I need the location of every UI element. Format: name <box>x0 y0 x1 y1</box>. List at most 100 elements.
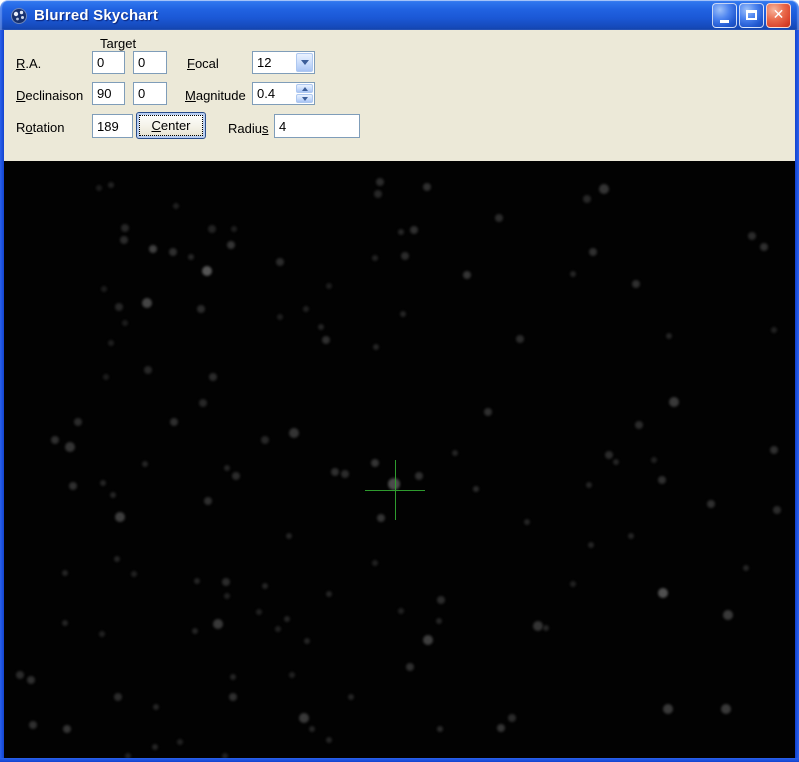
star <box>495 214 503 222</box>
star <box>516 335 524 343</box>
star <box>508 714 516 722</box>
window-border-right <box>795 30 799 762</box>
star <box>374 190 382 198</box>
close-icon: ✕ <box>772 7 785 23</box>
star <box>348 694 354 700</box>
star <box>69 482 77 490</box>
declination-degrees-input[interactable] <box>92 82 125 105</box>
focal-label: Focal <box>187 56 219 71</box>
declination-minutes-input[interactable] <box>133 82 167 105</box>
star <box>199 399 207 407</box>
star <box>663 704 673 714</box>
star <box>415 472 423 480</box>
star <box>436 618 442 624</box>
star <box>743 565 749 571</box>
spin-up-button[interactable] <box>296 84 313 93</box>
star <box>771 327 777 333</box>
title-bar[interactable]: Blurred Skychart ✕ <box>0 0 799 30</box>
window-border-bottom <box>0 758 799 762</box>
magnitude-label: Magnitude <box>185 88 246 103</box>
spin-down-button[interactable] <box>296 94 313 103</box>
star <box>586 482 592 488</box>
rotation-input[interactable] <box>92 114 133 138</box>
radius-input[interactable] <box>274 114 360 138</box>
star <box>115 303 123 311</box>
star <box>108 182 114 188</box>
star <box>331 468 339 476</box>
star <box>192 628 198 634</box>
star <box>62 620 68 626</box>
star <box>169 248 177 256</box>
star <box>142 298 152 308</box>
star <box>406 663 414 671</box>
star <box>309 726 315 732</box>
star <box>773 506 781 514</box>
star <box>170 418 178 426</box>
center-button[interactable]: Center <box>136 112 206 139</box>
star <box>632 280 640 288</box>
star <box>371 459 379 467</box>
chevron-down-icon <box>300 60 309 65</box>
star <box>122 320 128 326</box>
star <box>276 258 284 266</box>
star <box>589 248 597 256</box>
star <box>153 704 159 710</box>
star <box>473 486 479 492</box>
star <box>423 635 433 645</box>
star <box>204 497 212 505</box>
star <box>707 500 715 508</box>
star <box>29 721 37 729</box>
star <box>194 578 200 584</box>
star <box>588 542 594 548</box>
star <box>484 408 492 416</box>
star <box>376 178 384 186</box>
sky-canvas[interactable] <box>4 161 795 758</box>
star <box>437 596 445 604</box>
star <box>63 725 71 733</box>
focal-combobox[interactable]: 12 <box>252 51 315 74</box>
star <box>299 713 309 723</box>
minimize-button[interactable] <box>712 2 737 28</box>
star <box>96 185 102 191</box>
rotation-label: Rotation <box>16 120 65 135</box>
control-panel: Target R.A. Focal 12 Declinaison Magnitu… <box>4 30 795 161</box>
magnitude-spin-buttons <box>296 84 313 103</box>
star <box>62 570 68 576</box>
target-label: Target <box>100 36 137 51</box>
star <box>303 306 309 312</box>
star <box>533 621 543 631</box>
ra-minutes-input[interactable] <box>133 51 167 74</box>
star <box>543 625 549 631</box>
star <box>326 737 332 743</box>
maximize-button[interactable] <box>739 2 764 28</box>
star <box>398 608 404 614</box>
star <box>760 243 768 251</box>
star <box>110 492 116 498</box>
star <box>230 674 236 680</box>
star <box>463 271 471 279</box>
window-border-left <box>0 30 4 762</box>
star <box>570 581 576 587</box>
star <box>256 609 262 615</box>
focal-dropdown-button[interactable] <box>296 53 313 72</box>
star <box>770 446 778 454</box>
magnitude-spinner[interactable]: 0.4 <box>252 82 315 105</box>
star <box>231 226 237 232</box>
star <box>398 229 404 235</box>
crosshair-vertical-line <box>395 460 396 520</box>
star <box>669 397 679 407</box>
star <box>144 366 152 374</box>
ra-hours-input[interactable] <box>92 51 125 74</box>
star <box>224 593 230 599</box>
star <box>275 626 281 632</box>
star <box>177 739 183 745</box>
star <box>666 333 672 339</box>
magnitude-value: 0.4 <box>257 86 276 101</box>
star <box>197 305 205 313</box>
star <box>131 571 137 577</box>
star <box>613 459 619 465</box>
close-button[interactable]: ✕ <box>766 2 791 28</box>
star <box>410 226 418 234</box>
star <box>570 271 576 277</box>
star <box>120 236 128 244</box>
